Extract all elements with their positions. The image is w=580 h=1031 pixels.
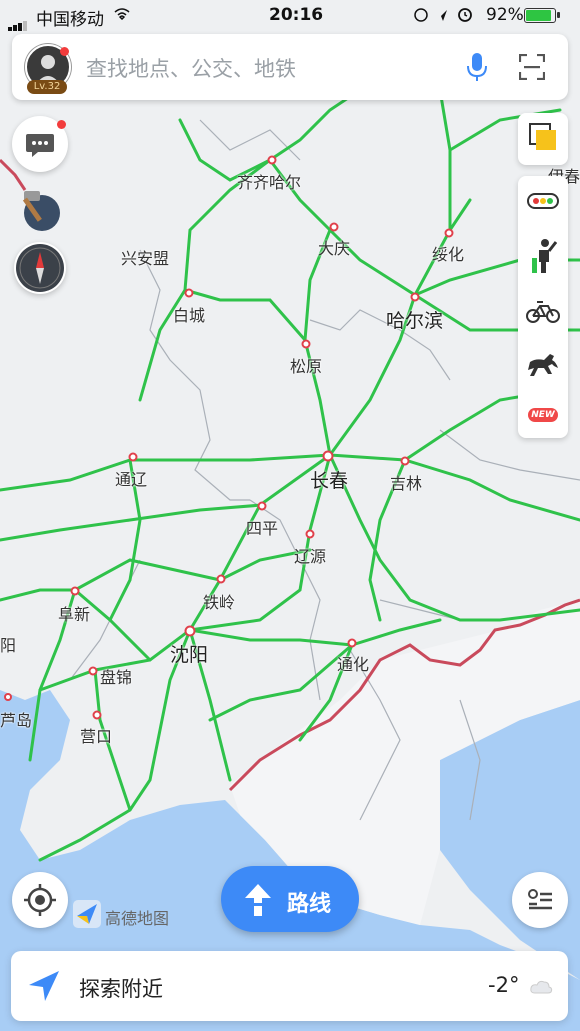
city-label[interactable]: 大庆 xyxy=(318,235,350,259)
amap-logo-icon xyxy=(73,900,101,928)
user-level-badge: Lv.32 xyxy=(27,80,67,94)
amap-logo-text: 高德地图 xyxy=(105,909,170,928)
city-label[interactable]: 铁岭 xyxy=(203,589,235,613)
new-badge: NEW xyxy=(528,408,558,422)
city-label[interactable]: 盘锦 xyxy=(100,664,132,688)
city-label[interactable]: 通化 xyxy=(337,651,369,675)
microphone-icon[interactable] xyxy=(466,52,488,82)
taxi-hail-icon[interactable] xyxy=(529,238,557,274)
carrier-label: 中国移动 xyxy=(36,10,104,30)
route-arrow-icon xyxy=(245,884,271,916)
bike-icon[interactable] xyxy=(526,298,560,324)
list-button[interactable] xyxy=(512,872,568,928)
route-label: 路线 xyxy=(287,892,332,917)
layers-icon xyxy=(529,123,556,150)
message-dot xyxy=(57,120,66,129)
city-label[interactable]: 长春 xyxy=(310,466,348,493)
battery-icon xyxy=(524,8,560,23)
compass-icon xyxy=(16,244,64,292)
city-label[interactable]: 吉林 xyxy=(390,470,422,494)
status-bar: 中国移动 20:16 92% xyxy=(0,0,580,31)
city-label[interactable]: 沈阳 xyxy=(170,640,208,667)
temperature: -2° xyxy=(488,973,520,997)
battery-percent: 92% xyxy=(486,5,524,25)
wifi-icon xyxy=(114,8,130,20)
locate-icon xyxy=(24,884,56,916)
city-label[interactable]: 辽源 xyxy=(294,543,326,567)
city-label[interactable]: 四平 xyxy=(246,515,278,539)
city-label[interactable]: 哈尔滨 xyxy=(386,306,443,333)
search-input[interactable]: 查找地点、公交、地铁 xyxy=(86,53,296,83)
notification-dot xyxy=(60,47,69,56)
city-label[interactable]: 阳 xyxy=(0,632,16,656)
city-label[interactable]: 齐齐哈尔 xyxy=(237,169,301,193)
cloud-icon xyxy=(530,980,553,994)
city-label[interactable]: 兴安盟 xyxy=(121,245,169,269)
explore-label: 探索附近 xyxy=(79,977,163,1001)
clock: 20:16 xyxy=(269,5,324,25)
city-label[interactable]: 芦岛 xyxy=(0,707,32,731)
navigation-arrow-icon xyxy=(29,971,59,1001)
layers-button[interactable] xyxy=(518,113,568,165)
route-button[interactable]: 路线 xyxy=(221,866,359,932)
city-label[interactable]: 松原 xyxy=(290,353,322,377)
city-label[interactable]: 营口 xyxy=(80,723,112,747)
locate-button[interactable] xyxy=(12,872,68,928)
city-label[interactable]: 白城 xyxy=(173,302,205,326)
list-icon xyxy=(528,889,552,910)
amap-logo: 高德地图 xyxy=(73,900,183,930)
explore-bar[interactable]: 探索附近 -2° xyxy=(11,951,568,1021)
scan-icon[interactable] xyxy=(519,54,545,80)
city-label[interactable]: 通辽 xyxy=(115,466,147,490)
avatar-tool-icon[interactable] xyxy=(18,183,64,233)
status-icons xyxy=(414,8,472,22)
city-label[interactable]: 绥化 xyxy=(432,241,464,265)
horse-icon[interactable] xyxy=(526,348,560,378)
compass-button[interactable] xyxy=(14,242,66,294)
city-label[interactable]: 阜新 xyxy=(58,601,90,625)
search-bar[interactable]: Lv.32 查找地点、公交、地铁 xyxy=(12,34,568,100)
traffic-icon[interactable] xyxy=(527,190,559,212)
signal-icon xyxy=(8,11,28,31)
tool-panel: NEW xyxy=(518,176,568,438)
